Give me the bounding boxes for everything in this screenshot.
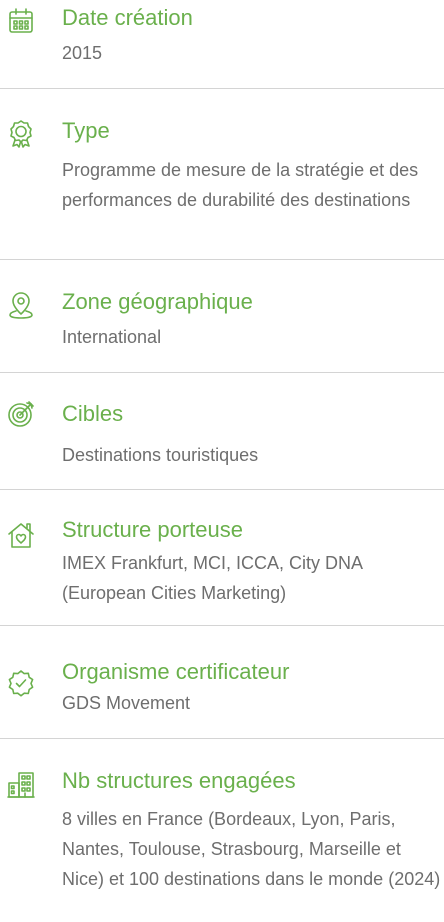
- info-item-title: Zone géographique: [62, 289, 253, 314]
- target-icon: [6, 399, 36, 429]
- badge-icon: [6, 118, 36, 148]
- info-item-value: 8 villes en France (Bordeaux, Lyon, Pari…: [62, 809, 441, 889]
- info-item-value: GDS Movement: [62, 693, 191, 713]
- info-item-value: IMEX Frankfurt, MCI, ICCA, City DNA (Eur…: [62, 553, 363, 603]
- divider: [0, 88, 444, 89]
- info-item-value: Programme de mesure de la stratégie et d…: [62, 160, 419, 210]
- home-heart-icon: [6, 520, 36, 550]
- divider: [0, 372, 444, 373]
- divider: [0, 738, 444, 739]
- location-pin-icon: [6, 290, 36, 320]
- calendar-icon: [6, 6, 36, 36]
- info-list: Date création 2015 Type Programme de mes…: [0, 0, 444, 922]
- divider: [0, 625, 444, 626]
- info-item-title: Date création: [62, 5, 193, 30]
- buildings-icon: [6, 770, 36, 800]
- verified-badge-icon: [6, 668, 36, 698]
- info-item-value: 2015: [62, 43, 103, 63]
- info-item-title: Nb structures engagées: [62, 768, 296, 793]
- info-item-title: Type: [62, 118, 110, 143]
- divider: [0, 489, 444, 490]
- info-item-title: Cibles: [62, 401, 124, 426]
- info-item-title: Organisme certificateur: [62, 659, 290, 684]
- info-item-value: Destinations touristiques: [62, 445, 259, 465]
- info-item-value: International: [62, 327, 162, 347]
- info-item-title: Structure porteuse: [62, 517, 243, 542]
- divider: [0, 259, 444, 260]
